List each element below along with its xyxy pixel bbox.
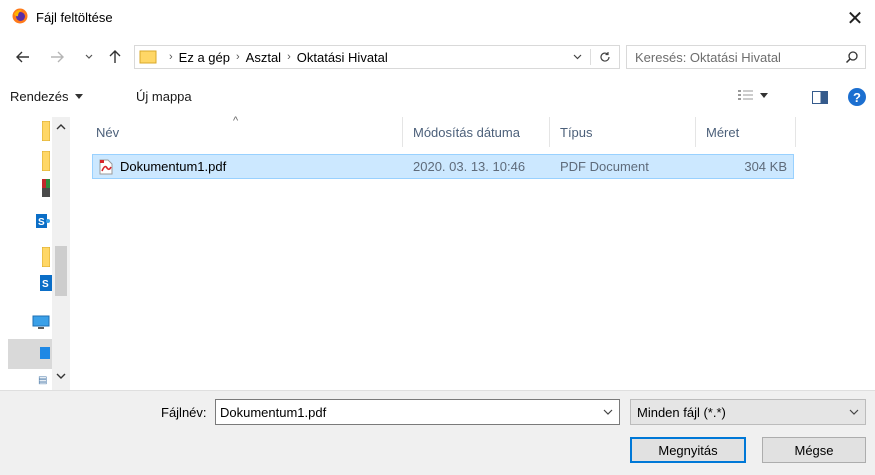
- file-type: PDF Document: [560, 159, 649, 174]
- library-icon: [42, 179, 50, 197]
- file-name: Dokumentum1.pdf: [120, 159, 227, 174]
- bottom-panel: Fájlnév: Dokumentum1.pdf Minden fájl (*.…: [0, 390, 875, 475]
- search-icon: [845, 51, 858, 64]
- title-bar: Fájl feltöltése ✕: [0, 0, 875, 36]
- breadcrumb-this-pc[interactable]: Ez a gép: [179, 50, 230, 65]
- breadcrumb-desktop[interactable]: Asztal: [246, 50, 281, 65]
- address-row: › Ez a gép › Asztal › Oktatási Hivatal K…: [0, 40, 875, 74]
- command-bar: Rendezés Új mappa ?: [0, 82, 875, 112]
- filename-value: Dokumentum1.pdf: [220, 404, 327, 420]
- change-view-button[interactable]: [738, 89, 768, 101]
- svg-text:S: S: [38, 217, 45, 228]
- address-bar[interactable]: › Ez a gép › Asztal › Oktatási Hivatal: [134, 45, 620, 69]
- column-name-label: Név: [96, 124, 120, 140]
- back-button[interactable]: [14, 48, 32, 66]
- column-size-label: Méret: [706, 124, 740, 140]
- file-modified: 2020. 03. 13. 10:46: [413, 159, 526, 174]
- chevron-down-icon: [85, 54, 93, 59]
- breadcrumb-separator-icon: ›: [287, 51, 291, 63]
- column-modified-label: Módosítás dátuma: [413, 124, 520, 140]
- chevron-down-icon[interactable]: [603, 405, 613, 419]
- firefox-icon: [12, 8, 28, 24]
- recent-locations-button[interactable]: [80, 48, 98, 66]
- chevron-down-icon[interactable]: [573, 54, 582, 60]
- address-controls: [573, 46, 619, 68]
- sharepoint-icon: S: [36, 214, 50, 228]
- nav-scrollbar-thumb[interactable]: [55, 246, 67, 296]
- caret-down-icon: [74, 94, 83, 99]
- column-header-modified[interactable]: Módosítás dátuma: [405, 117, 550, 147]
- help-icon[interactable]: ?: [848, 88, 866, 106]
- close-icon: ✕: [846, 7, 864, 30]
- column-type-label: Típus: [560, 124, 593, 140]
- column-header-size[interactable]: Méret: [698, 117, 796, 147]
- pdf-file-icon: [99, 159, 113, 175]
- organize-menu-button[interactable]: Rendezés: [10, 89, 83, 104]
- desktop-icon: [40, 347, 50, 359]
- filetype-select[interactable]: Minden fájl (*.*): [630, 399, 866, 425]
- filename-input[interactable]: Dokumentum1.pdf: [215, 399, 620, 425]
- folder-icon: [139, 50, 157, 64]
- column-header-name[interactable]: Név ^: [88, 115, 403, 147]
- file-size: 304 KB: [744, 159, 787, 174]
- svg-text:S: S: [42, 279, 49, 290]
- sort-ascending-icon: ^: [233, 115, 239, 127]
- preview-pane-icon[interactable]: [812, 91, 828, 104]
- open-button[interactable]: Megnyitás: [630, 437, 746, 463]
- search-placeholder: Keresés: Oktatási Hivatal: [635, 49, 781, 65]
- arrow-right-icon: [51, 51, 64, 63]
- breadcrumb-separator-icon: ›: [236, 51, 240, 63]
- filename-label: Fájlnév:: [161, 405, 207, 420]
- organize-label: Rendezés: [10, 89, 69, 104]
- window-title: Fájl feltöltése: [36, 10, 113, 25]
- filetype-value: Minden fájl (*.*): [637, 404, 726, 420]
- new-folder-button[interactable]: Új mappa: [136, 89, 192, 104]
- up-button[interactable]: [106, 48, 124, 66]
- details-view-icon: [738, 90, 753, 100]
- folder-icon: [42, 151, 50, 171]
- breadcrumb-separator-icon: ›: [169, 51, 173, 63]
- cancel-button[interactable]: Mégse: [762, 437, 866, 463]
- search-input[interactable]: Keresés: Oktatási Hivatal: [626, 45, 866, 69]
- sharepoint-icon: S: [40, 275, 52, 291]
- forward-button[interactable]: [48, 48, 66, 66]
- breadcrumb-current-folder[interactable]: Oktatási Hivatal: [297, 50, 388, 65]
- file-list[interactable]: Név ^ Módosítás dátuma Típus Méret Dokum…: [80, 115, 875, 390]
- arrow-up-icon: [109, 50, 121, 63]
- document-icon: ▤: [38, 375, 48, 386]
- arrow-left-icon: [16, 51, 29, 63]
- refresh-icon[interactable]: [599, 51, 611, 63]
- column-header-type[interactable]: Típus: [552, 117, 696, 147]
- this-pc-icon: [32, 315, 50, 329]
- caret-down-icon: [760, 92, 768, 98]
- close-button[interactable]: ✕: [835, 0, 875, 36]
- file-row[interactable]: Dokumentum1.pdf 2020. 03. 13. 10:46 PDF …: [92, 154, 794, 179]
- folder-icon: [42, 247, 50, 267]
- navigation-pane[interactable]: S S ▤: [8, 117, 70, 390]
- chevron-down-icon: [849, 409, 859, 415]
- scroll-down-icon[interactable]: [56, 373, 66, 380]
- folder-icon: [42, 121, 50, 141]
- scroll-up-icon[interactable]: [56, 123, 66, 130]
